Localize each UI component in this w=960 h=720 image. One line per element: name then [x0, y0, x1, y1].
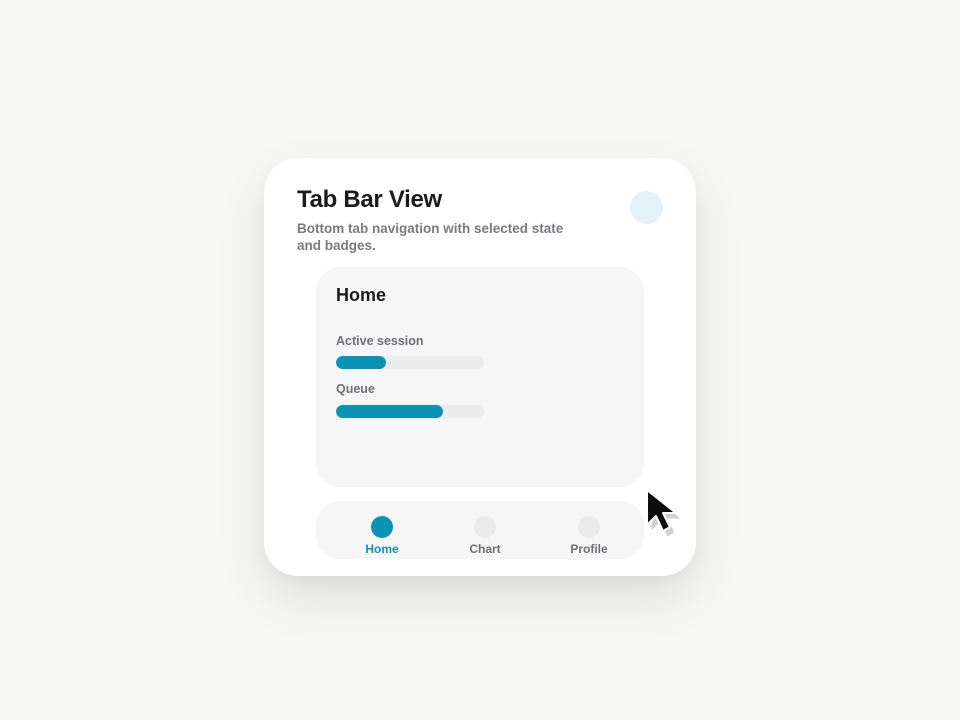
- stage: Tab Bar View Bottom tab navigation with …: [0, 0, 960, 720]
- home-icon: [371, 516, 393, 538]
- page-title: Tab Bar View: [297, 186, 442, 213]
- chart-icon: [474, 516, 496, 538]
- panel-title: Home: [336, 285, 387, 305]
- tab-profile-label: Profile: [570, 542, 608, 556]
- queue-progress-bar: [336, 405, 484, 418]
- page-subtitle: Bottom tab navigation with selected stat…: [297, 221, 564, 253]
- active-session-progress-bar: [336, 356, 484, 369]
- active-session-progress-fill: [336, 356, 387, 369]
- queue-progress-fill: [336, 405, 443, 418]
- metric-label-queue: Queue: [336, 382, 375, 396]
- tab-home-label: Home: [365, 542, 399, 556]
- profile-icon: [578, 516, 600, 538]
- tab-profile[interactable]: Profile: [544, 501, 634, 559]
- mouse-pointer-icon: [646, 489, 681, 537]
- tab-home[interactable]: Home: [337, 501, 427, 559]
- tab-bar-view-card: Tab Bar View Bottom tab navigation with …: [264, 158, 696, 576]
- tab-chart-label: Chart: [469, 542, 501, 556]
- avatar-icon[interactable]: [630, 191, 663, 224]
- bottom-tab-bar: Home Chart Profile: [316, 501, 644, 559]
- metric-label-active-session: Active session: [336, 334, 424, 348]
- home-panel: Home Active session Queue: [316, 267, 644, 487]
- tab-chart[interactable]: Chart: [440, 501, 530, 559]
